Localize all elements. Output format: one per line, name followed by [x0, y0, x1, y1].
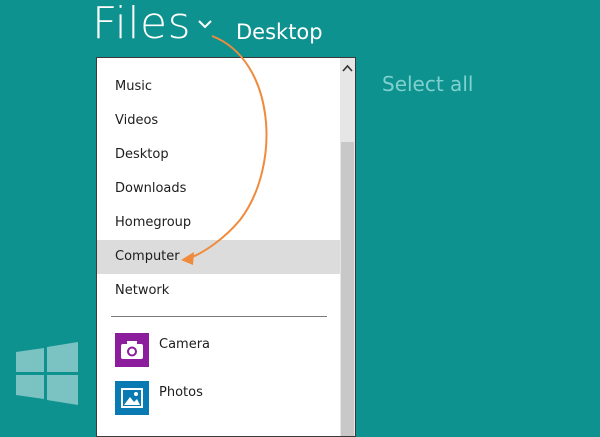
- camera-icon: [115, 333, 149, 367]
- location-dropdown: Music Videos Desktop Downloads Homegroup…: [96, 57, 356, 437]
- page-title: Files: [92, 0, 192, 49]
- location-item-homegroup[interactable]: Homegroup: [97, 206, 341, 240]
- scroll-up-icon[interactable]: [340, 58, 355, 80]
- select-all-button[interactable]: Select all: [382, 70, 473, 98]
- scrollbar-thumb[interactable]: [341, 142, 354, 436]
- location-item-videos[interactable]: Videos: [97, 104, 341, 138]
- photos-icon: [115, 381, 149, 415]
- current-location[interactable]: Desktop: [236, 18, 323, 46]
- location-item-downloads[interactable]: Downloads: [97, 172, 341, 206]
- location-item-desktop[interactable]: Desktop: [97, 138, 341, 172]
- location-item-network[interactable]: Network: [97, 274, 341, 308]
- list-divider: [111, 316, 327, 317]
- app-item-photos[interactable]: Photos: [97, 373, 341, 421]
- app-label-camera: Camera: [159, 337, 211, 352]
- location-item-music[interactable]: Music: [97, 70, 341, 104]
- location-item-computer[interactable]: Computer: [97, 240, 341, 274]
- chevron-down-icon[interactable]: [196, 16, 214, 32]
- app-label-photos: Photos: [159, 385, 203, 400]
- location-list: Music Videos Desktop Downloads Homegroup…: [97, 70, 341, 421]
- app-item-camera[interactable]: Camera: [97, 325, 341, 373]
